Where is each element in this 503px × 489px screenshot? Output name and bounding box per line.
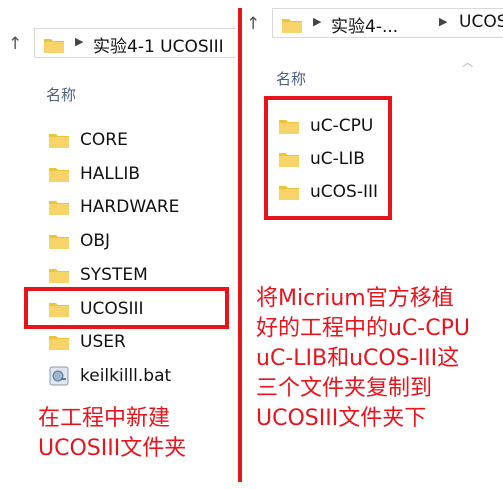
right-address-bar[interactable]: ▶ 实验4-... ▶ UCOSIII	[272, 8, 503, 38]
name-column-header[interactable]: 名称	[276, 68, 306, 89]
folder-icon	[43, 35, 65, 55]
folder-icon	[48, 130, 70, 150]
file-name-label: OBJ	[80, 231, 111, 252]
name-column-header[interactable]: 名称	[46, 84, 76, 105]
left-annotation-text: 在工程中新建 UCOSIII文件夹	[38, 406, 187, 461]
file-list-item[interactable]: CORE	[48, 128, 248, 156]
up-arrow-icon[interactable]: ↑	[8, 34, 22, 54]
breadcrumb-segment[interactable]: UCOSIII	[459, 12, 503, 32]
folder-icon	[48, 197, 70, 217]
folder-icon	[48, 164, 70, 184]
folder-icon	[281, 15, 303, 35]
breadcrumb-chevron-icon[interactable]: ▶	[75, 35, 83, 48]
file-list-item[interactable]: USER	[48, 330, 248, 358]
file-list-item[interactable]: HALLIB	[48, 162, 248, 190]
folder-icon	[48, 265, 70, 285]
right-annotation-text: 将Micrium官方移植 好的工程中的uC-CPU uC-LIB和uCOS-II…	[256, 286, 470, 431]
right-address-row: ↑ ▶ 实验4-... ▶ UCOSIII	[244, 0, 503, 62]
file-name-label: keilkilll.bat	[80, 365, 172, 386]
breadcrumb-chevron-icon[interactable]: ▶	[439, 15, 447, 28]
batch-file-icon	[48, 366, 70, 386]
file-name-label: HALLIB	[80, 163, 141, 184]
file-name-label: CORE	[80, 130, 128, 150]
file-name-label: SYSTEM	[80, 264, 148, 285]
annotation-divider	[238, 8, 242, 482]
folder-icon	[48, 332, 70, 352]
file-list-item[interactable]: OBJ	[48, 229, 248, 257]
left-address-row: ↑ ▶ 实验4-1 UCOSIII	[0, 0, 236, 62]
breadcrumb-path[interactable]: 实验4-1 UCOSIII	[93, 32, 224, 57]
file-list-item[interactable]: keilkilll.bat	[48, 364, 248, 392]
folder-icon	[48, 231, 70, 251]
sort-ascending-icon: ︿	[462, 56, 473, 69]
up-arrow-icon[interactable]: ↑	[246, 14, 260, 34]
breadcrumb-chevron-icon[interactable]: ▶	[313, 15, 321, 28]
breadcrumb-segment[interactable]: 实验4-...	[331, 12, 398, 37]
file-name-label: HARDWARE	[80, 197, 180, 218]
file-list-item[interactable]: HARDWARE	[48, 195, 248, 223]
annotation-highlight-box	[264, 96, 392, 220]
file-name-label: USER	[80, 332, 126, 353]
left-address-bar[interactable]: ▶ 实验4-1 UCOSIII	[34, 28, 236, 58]
annotation-highlight-box	[24, 287, 229, 329]
